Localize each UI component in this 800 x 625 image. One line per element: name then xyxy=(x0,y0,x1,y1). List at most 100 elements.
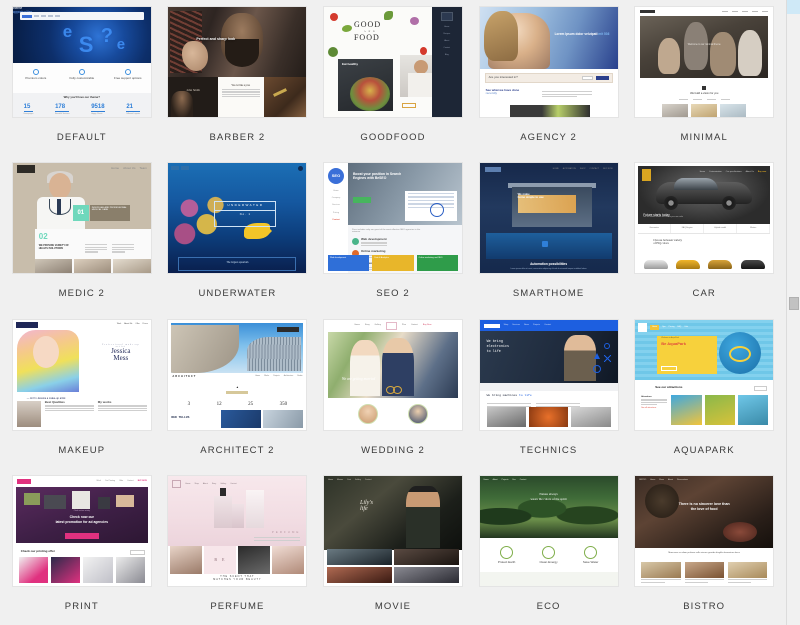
gallery-item[interactable] xyxy=(393,567,459,583)
gallery-item[interactable] xyxy=(528,407,569,427)
menu-item[interactable] xyxy=(727,562,768,584)
vertical-scrollbar[interactable] xyxy=(786,0,800,625)
scrollbar-thumb[interactable] xyxy=(789,297,799,310)
template-thumbnail[interactable]: Perfect and sharp look John Smith We cut… xyxy=(167,6,308,118)
nav-item[interactable]: Gallery xyxy=(220,483,226,485)
nav-item[interactable]: Eco xyxy=(512,479,515,481)
menu-item[interactable] xyxy=(641,562,681,584)
nav-item[interactable]: Home xyxy=(328,479,333,481)
car-variant[interactable] xyxy=(673,260,702,269)
sidebar-item[interactable]: Blog xyxy=(432,54,462,56)
gallery-item[interactable] xyxy=(571,407,611,427)
sidebar-item[interactable]: Pricing xyxy=(324,212,348,214)
template-card-underwater[interactable]: UNDERWATER No. 1 The largest aquarium UN… xyxy=(160,156,316,313)
gallery-item[interactable] xyxy=(170,546,203,574)
template-card-minimal[interactable]: Welcome to our minimal theme We build a … xyxy=(626,0,782,156)
nav-item[interactable]: Work xyxy=(117,323,121,325)
template-thumbnail[interactable]: Home Shop About Story Gallery Contact PE… xyxy=(167,475,308,587)
attraction-card[interactable] xyxy=(704,395,735,425)
gallery-item[interactable] xyxy=(326,549,392,565)
nav-item[interactable]: FAQ xyxy=(677,326,681,328)
card[interactable]: Data & Analytics xyxy=(372,255,414,271)
nav-item[interactable]: Home xyxy=(111,166,119,170)
gallery-item[interactable] xyxy=(272,546,305,574)
template-card-architect-2[interactable]: ARCHITECT Home Works Projects Architectu… xyxy=(160,313,316,469)
nav-item[interactable]: Plan xyxy=(402,324,406,326)
template-card-car[interactable]: Home Customization Our specifications Ab… xyxy=(626,156,782,313)
sidebar-item[interactable]: Contact xyxy=(432,47,462,49)
nav-item[interactable]: Story xyxy=(365,324,370,326)
buy-badge[interactable] xyxy=(277,327,300,332)
nav-item[interactable]: Contact xyxy=(544,324,551,326)
nav-item[interactable]: Gallery xyxy=(355,479,361,481)
project-image[interactable] xyxy=(221,410,262,428)
sidebar-item[interactable]: Company xyxy=(324,197,348,199)
nav-item[interactable]: BUY NOW xyxy=(603,168,613,170)
nav-item[interactable]: Architecture xyxy=(284,375,294,378)
nav-item[interactable]: News xyxy=(524,324,529,326)
sidebar-item[interactable]: Services xyxy=(324,204,348,206)
template-card-eco[interactable]: Home About Projects Eco Contact Nature a… xyxy=(471,469,627,625)
sidebar-item-active[interactable]: Contact xyxy=(332,219,339,221)
template-card-barber-2[interactable]: Perfect and sharp look John Smith We cut… xyxy=(160,0,316,156)
subscribe-bar[interactable]: Are you interested in? xyxy=(484,73,613,83)
navbar[interactable]: Home About Projects Eco Contact xyxy=(484,479,614,481)
nav-item[interactable]: Work xyxy=(97,480,101,482)
template-thumbnail[interactable]: Home About Projects Eco Contact Nature a… xyxy=(478,475,619,587)
template-thumbnail[interactable]: BISTRO Home Menu About Reservations Ther… xyxy=(634,475,775,587)
gallery-item[interactable] xyxy=(326,567,392,583)
car-variant[interactable] xyxy=(641,260,670,269)
subscribe-pill[interactable] xyxy=(226,391,249,395)
template-thumbnail[interactable]: HOME AUTOMATION SHOP CONTACT BUY NOW We … xyxy=(478,162,619,274)
nav-item[interactable]: Shop xyxy=(194,483,198,485)
nav-item[interactable]: Cast xyxy=(347,479,351,481)
nav-item[interactable]: Gallery xyxy=(375,324,381,326)
car-variant[interactable] xyxy=(706,260,735,269)
nav-item[interactable]: Team xyxy=(139,166,146,170)
nav-item[interactable]: Cafe xyxy=(684,326,688,328)
nav-item[interactable]: Projects xyxy=(273,375,280,378)
template-card-agency-2[interactable]: Lorem Ipsum dolor velutpati mit 536 Are … xyxy=(471,0,627,156)
tab[interactable]: Motors xyxy=(737,224,771,233)
template-card-wedding-2[interactable]: Home Story Gallery Plan Contact Buy Now … xyxy=(315,313,471,469)
nav-item[interactable]: Contact xyxy=(365,479,372,481)
template-thumbnail[interactable]: Home Customization Our specifications Ab… xyxy=(634,162,775,274)
gallery-item[interactable] xyxy=(691,104,718,117)
side-link[interactable]: See all attractions xyxy=(641,407,667,409)
template-thumbnail[interactable]: Home Movies Cast Gallery Contact Lily's … xyxy=(322,475,463,587)
nav-item[interactable]: AUTOMATION xyxy=(563,168,576,170)
navbar[interactable]: BISTRO Home Menu About Reservations xyxy=(639,479,769,481)
menu-item[interactable] xyxy=(684,562,724,584)
read-more-button[interactable] xyxy=(64,533,99,539)
template-card-technics[interactable]: Shop Services News Projects Contact We b… xyxy=(471,313,627,469)
nav-item[interactable]: Movies xyxy=(337,479,343,481)
nav-links[interactable]: HOME AUTOMATION SHOP CONTACT BUY NOW xyxy=(553,168,613,170)
template-thumbnail[interactable]: Home About Us Team 01 INDIVIDUAL AND PRO… xyxy=(11,162,152,274)
order-button[interactable] xyxy=(401,103,416,108)
nav-item[interactable]: Home xyxy=(700,171,705,173)
nav-item[interactable]: About xyxy=(203,483,208,485)
nav-item[interactable]: About Us xyxy=(746,171,754,173)
scrollbar-down-button[interactable] xyxy=(787,611,800,625)
car-variant[interactable] xyxy=(738,260,767,269)
template-card-smarthome[interactable]: HOME AUTOMATION SHOP CONTACT BUY NOW We … xyxy=(471,156,627,313)
gallery-item[interactable] xyxy=(51,557,81,583)
gallery-item[interactable] xyxy=(662,104,689,117)
nav-item-cta[interactable]: Buy now xyxy=(758,171,766,173)
template-card-medic-2[interactable]: Home About Us Team 01 INDIVIDUAL AND PRO… xyxy=(4,156,160,313)
nav-item[interactable]: Home xyxy=(355,324,360,326)
avatar[interactable] xyxy=(407,404,428,424)
nav-item[interactable]: Pricing xyxy=(669,326,675,328)
hotspot-icon[interactable] xyxy=(541,241,548,247)
nav-item[interactable]: Home xyxy=(650,479,655,481)
template-thumbnail[interactable]: Work About Me Offer Prices Professional … xyxy=(11,319,152,431)
template-card-movie[interactable]: Home Movies Cast Gallery Contact Lily's … xyxy=(315,469,471,625)
avatar[interactable] xyxy=(357,404,378,424)
nav-links[interactable]: Home Works Projects Architecture Studio xyxy=(255,375,302,378)
attraction-card[interactable] xyxy=(671,395,702,425)
nav-item[interactable]: Projects xyxy=(502,479,509,481)
nav-item[interactable]: Offer xyxy=(135,323,139,325)
navbar[interactable]: Home Movies Cast Gallery Contact xyxy=(328,479,458,481)
tab[interactable]: FAQ Engine xyxy=(671,224,705,233)
nav-links[interactable]: Home Customization Our specifications Ab… xyxy=(700,171,767,173)
